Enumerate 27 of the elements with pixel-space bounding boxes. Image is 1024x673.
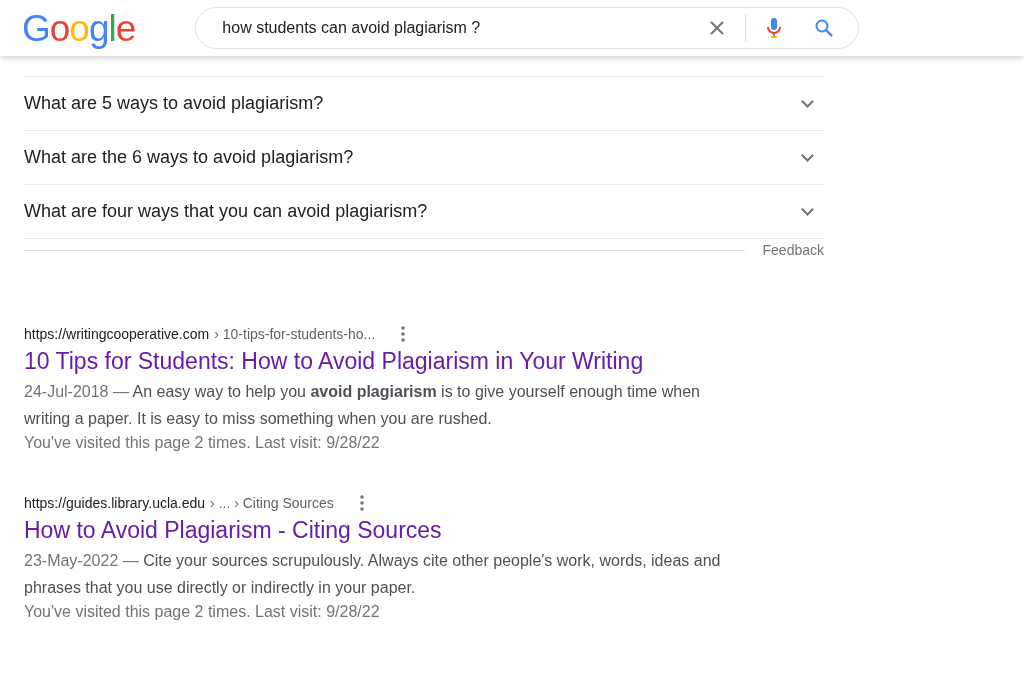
result-snippet: 24-Jul-2018 — An easy way to help you avoid plagiarism is to give yourself enough time when writing a paper. It is easy to miss something when you are rushed. bbox=[24, 382, 701, 429]
microphone-icon[interactable] bbox=[766, 17, 783, 39]
question-row[interactable]: What are 5 ways to avoid plagiarism? bbox=[24, 77, 824, 131]
result-title-link[interactable]: 10 Tips for Students: How to Avoid Plagiarism in Your Writing bbox=[24, 346, 754, 376]
result-snippet: 23-May-2022 — Cite your sources scrupulously. Always cite other people's work, words, ideas and phrases that you use directly or indirectly in your paper. bbox=[24, 551, 722, 598]
question-text: What are four ways that you can avoid plagiarism? bbox=[24, 200, 428, 223]
chevron-icon bbox=[801, 99, 814, 108]
result-url: https://guides.library.ucla.edu bbox=[24, 493, 206, 513]
chevron-icon bbox=[801, 207, 814, 216]
google-logo[interactable]: Google bbox=[22, 9, 136, 47]
search-icon[interactable] bbox=[814, 18, 835, 38]
chevron-icon bbox=[801, 153, 814, 162]
search-query: how students can avoid plagiarism ? bbox=[222, 18, 482, 38]
result-breadcrumb: › 10-tips-for-students-ho... bbox=[214, 324, 376, 344]
result-title-link[interactable]: How to Avoid Plagiarism - Citing Sources bbox=[24, 515, 754, 545]
question-text: What are the 6 ways to avoid plagiarism? bbox=[24, 146, 354, 169]
feedback-link[interactable]: Feedback bbox=[762, 240, 824, 261]
visit-note: You've visited this page 2 times. Last visit: 9/28/22 bbox=[24, 433, 381, 453]
visit-note: You've visited this page 2 times. Last visit: 9/28/22 bbox=[24, 602, 381, 622]
question-text: What are 5 ways to avoid plagiarism? bbox=[24, 92, 324, 115]
result-url: https://writingcooperative.com bbox=[24, 324, 210, 344]
more-options-icon[interactable] bbox=[359, 495, 364, 511]
more-options-icon[interactable] bbox=[401, 326, 406, 342]
question-row[interactable]: What are the 6 ways to avoid plagiarism? bbox=[24, 131, 824, 185]
question-row[interactable]: What are four ways that you can avoid plagiarism? bbox=[24, 185, 824, 239]
result-breadcrumb: › ... › Citing Sources bbox=[210, 493, 334, 513]
close-icon[interactable] bbox=[709, 20, 726, 36]
